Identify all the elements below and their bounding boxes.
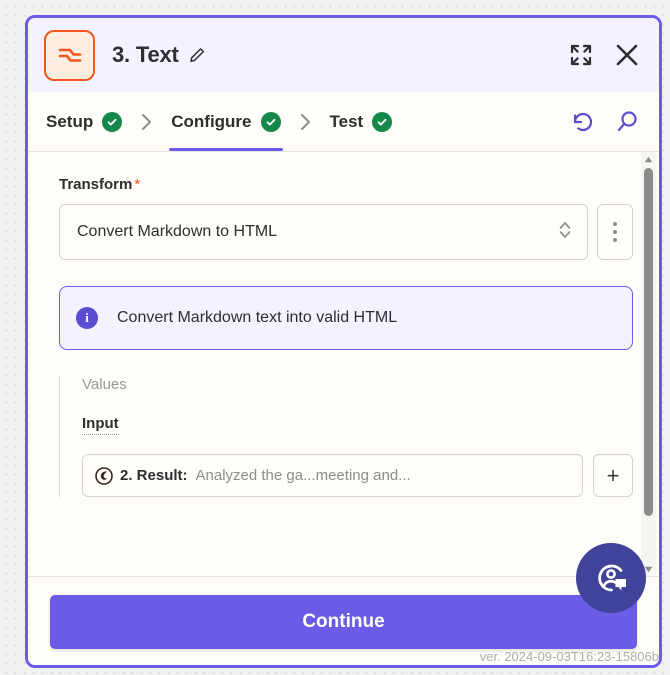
info-banner: i Convert Markdown text into valid HTML <box>59 286 633 350</box>
formatter-icon <box>44 30 95 81</box>
search-icon[interactable] <box>612 107 642 137</box>
modal-body: Transform* Convert Markdown to HTML <box>28 152 659 576</box>
refresh-icon[interactable] <box>568 107 598 137</box>
transform-select-row: Convert Markdown to HTML <box>59 204 633 260</box>
check-icon <box>102 112 122 132</box>
transform-select[interactable]: Convert Markdown to HTML <box>59 204 588 260</box>
chevron-right-icon <box>141 113 152 131</box>
input-field-label[interactable]: Input <box>82 415 119 435</box>
step-navigation: Setup Configure Test <box>28 92 659 152</box>
required-marker: * <box>134 176 140 193</box>
claude-app-icon <box>95 467 113 485</box>
input-chip-row: 2. Result: Analyzed the ga...meeting and… <box>82 454 633 497</box>
values-section-title: Values <box>82 376 633 393</box>
modal-header: 3. Text <box>28 18 659 92</box>
input-chip-key: 2. Result: <box>120 467 188 484</box>
input-chip-value: Analyzed the ga...meeting and... <box>196 467 411 484</box>
expand-icon[interactable] <box>566 40 596 70</box>
support-chat-icon[interactable] <box>576 543 646 613</box>
modal-footer: Continue ver. 2024-09-03T16:23-15806b <box>28 576 659 665</box>
scrollbar-thumb[interactable] <box>644 168 653 516</box>
check-icon <box>372 112 392 132</box>
more-options-icon[interactable] <box>597 204 633 260</box>
transform-select-value: Convert Markdown to HTML <box>77 223 557 241</box>
vertical-scrollbar[interactable] <box>641 152 656 576</box>
chevron-right-icon <box>300 113 311 131</box>
input-field[interactable]: 2. Result: Analyzed the ga...meeting and… <box>82 454 583 497</box>
page-title: 3. Text <box>112 42 179 68</box>
info-banner-text: Convert Markdown text into valid HTML <box>117 309 397 327</box>
close-icon[interactable] <box>612 40 642 70</box>
tab-configure[interactable]: Configure <box>169 92 282 151</box>
formatter-glyph <box>57 45 83 65</box>
kebab-dots <box>613 222 617 242</box>
continue-button[interactable]: Continue <box>50 595 637 649</box>
info-icon: i <box>76 307 98 329</box>
configure-form: Transform* Convert Markdown to HTML <box>28 152 659 576</box>
add-value-button[interactable]: + <box>593 454 633 497</box>
tab-setup-label: Setup <box>46 112 93 132</box>
chevron-up-down-icon <box>557 217 573 248</box>
tab-test-label: Test <box>330 112 364 132</box>
pencil-icon[interactable] <box>188 46 207 65</box>
transform-label: Transform* <box>59 176 633 193</box>
scrollbar-track[interactable] <box>641 166 656 562</box>
tab-configure-label: Configure <box>171 112 251 132</box>
check-icon <box>261 112 281 132</box>
step-editor-modal: 3. Text Setup <box>25 15 662 668</box>
tab-setup[interactable]: Setup <box>44 92 124 151</box>
version-label: ver. 2024-09-03T16:23-15806b <box>399 649 659 664</box>
scroll-up-icon[interactable] <box>641 152 656 166</box>
tab-test[interactable]: Test <box>328 92 395 151</box>
values-section: Values Input 2. Result: Analyzed the ga.… <box>59 376 633 497</box>
transform-label-text: Transform <box>59 176 132 193</box>
